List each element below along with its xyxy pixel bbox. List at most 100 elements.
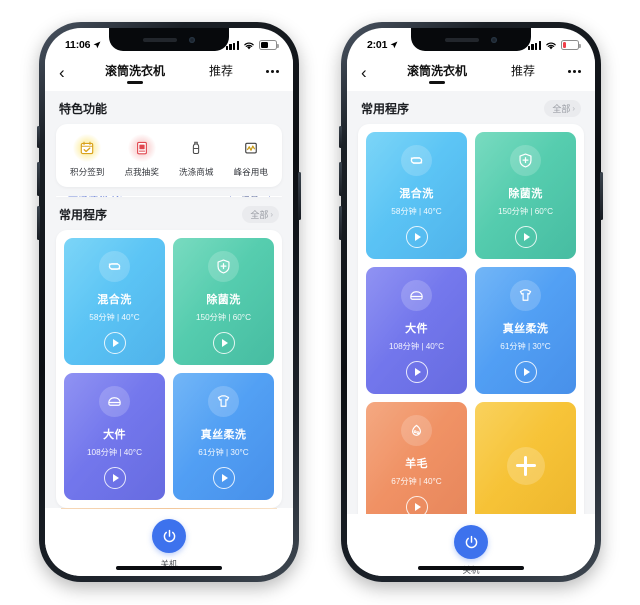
program-start-button[interactable] (103, 467, 126, 489)
program-meta: 67分钟 | 40°C (391, 477, 442, 486)
program-start-button[interactable] (103, 332, 126, 354)
home-indicator[interactable] (418, 566, 524, 570)
location-arrow-icon (93, 41, 101, 49)
program-start-button[interactable] (405, 226, 428, 248)
one-key-wash-left: 一键洗衣 (68, 196, 123, 197)
feature-item-lottery[interactable]: 点我抽奖 (115, 134, 170, 178)
power-icon (163, 529, 175, 542)
side-power-button[interactable] (298, 172, 301, 220)
program-name: 真丝柔洗 (502, 323, 549, 335)
plus-icon (506, 446, 545, 485)
status-right (225, 40, 279, 50)
mute-switch[interactable] (339, 126, 342, 148)
volume-up-button[interactable] (339, 162, 342, 196)
tab-recommend[interactable]: 推荐 (209, 62, 233, 84)
view-all-programs-button[interactable]: 全部 › (544, 100, 581, 117)
status-time: 2:01 (367, 39, 388, 51)
program-card: 混合洗 58分钟 | 40°C 除菌洗 150分钟 | 60°C 大件 108分… (358, 124, 584, 514)
front-camera-icon (491, 36, 497, 43)
feature-item-power-plan[interactable]: 峰谷用电 (224, 135, 279, 178)
feature-item-checkin[interactable]: 积分签到 (60, 134, 115, 178)
left-footer: 关机 (45, 508, 293, 576)
program-meta: 108分钟 | 40°C (86, 448, 142, 457)
nav-tabs: 滚筒洗衣机 推荐 (81, 62, 257, 84)
more-dots-icon[interactable] (257, 70, 279, 76)
program-tile-silk[interactable]: 真丝柔洗 61分钟 | 30°C (173, 373, 274, 500)
feature-item-mall[interactable]: 洗涤商城 (169, 135, 224, 178)
location-arrow-icon (390, 41, 398, 49)
program-grid: 混合洗 58分钟 | 40°C 除菌洗 150分钟 | 60°C 大件 108分… (366, 132, 576, 514)
program-meta: 58分钟 | 40°C (89, 313, 140, 322)
more-dots-icon[interactable] (559, 70, 581, 76)
tab-recommend[interactable]: 推荐 (511, 62, 535, 84)
chevron-left-icon[interactable]: ‹ (59, 64, 81, 83)
tab-device-title[interactable]: 滚筒洗衣机 (105, 62, 165, 84)
one-key-wash-row[interactable]: 一键洗衣 设置 (56, 196, 282, 197)
program-meta: 58分钟 | 40°C (391, 207, 442, 216)
feature-section-header: 特色功能 (45, 91, 293, 124)
program-start-button[interactable] (514, 361, 537, 383)
feature-label: 点我抽奖 (124, 167, 159, 177)
side-power-button[interactable] (600, 172, 603, 220)
program-tile-mixed-wash[interactable]: 混合洗 58分钟 | 40°C (64, 238, 165, 365)
feature-label: 洗涤商城 (179, 167, 214, 177)
program-grid: 混合洗 58分钟 | 40°C 除菌洗 150分钟 | 60°C 大件 108分… (64, 238, 274, 500)
volume-down-button[interactable] (339, 206, 342, 240)
volume-down-button[interactable] (37, 206, 40, 240)
shield-plus-icon (510, 145, 541, 176)
silk-shirt-icon (510, 280, 541, 311)
program-tile-bulky[interactable]: 大件 108分钟 | 40°C (366, 267, 467, 394)
program-name: 大件 (103, 429, 126, 441)
battery-icon (259, 40, 279, 50)
one-key-settings-button[interactable]: 设置 (229, 196, 270, 197)
status-left: 2:01 (367, 39, 398, 51)
program-tile-wool[interactable]: 羊毛 67分钟 | 40°C (366, 402, 467, 514)
right-phone-screen: 2:01 ‹ 滚筒洗衣机 推荐 常用程序 全部 › 混合洗 58分钟 | 40°… (347, 28, 595, 576)
feature-card: 积分签到 点我抽奖 洗涤商城 峰谷用电 (56, 124, 282, 187)
power-off-button[interactable] (454, 525, 488, 559)
program-start-button[interactable] (212, 332, 235, 354)
program-start-button[interactable] (212, 467, 235, 489)
edit-square-icon[interactable] (112, 196, 123, 197)
status-right (527, 40, 581, 50)
program-tile-sterilize-wash[interactable]: 除菌洗 150分钟 | 60°C (475, 132, 576, 259)
program-section-header: 常用程序 全部 › (45, 197, 293, 230)
view-all-label: 全部 (250, 210, 269, 220)
program-name: 除菌洗 (508, 188, 543, 200)
bulky-items-icon (99, 386, 130, 417)
wifi-icon (546, 42, 556, 49)
left-content: 特色功能 积分签到 点我抽奖 洗涤商城 峰谷用电 常用程序 全部 › 混合洗 5… (45, 91, 293, 508)
program-start-button[interactable] (405, 361, 428, 383)
program-tile-mixed-wash[interactable]: 混合洗 58分钟 | 40°C (366, 132, 467, 259)
program-tile-bulky[interactable]: 大件 108分钟 | 40°C (64, 373, 165, 500)
home-indicator[interactable] (116, 566, 222, 570)
power-off-button[interactable] (152, 519, 186, 553)
program-section-title: 常用程序 (361, 102, 410, 116)
chevron-left-icon[interactable]: ‹ (361, 64, 383, 83)
front-camera-icon (189, 36, 195, 43)
view-all-programs-button[interactable]: 全部 › (242, 206, 279, 223)
program-list-wrap: 混合洗 58分钟 | 40°C 除菌洗 150分钟 | 60°C 大件 108分… (347, 124, 595, 514)
program-tile-sterilize-wash[interactable]: 除菌洗 150分钟 | 60°C (173, 238, 274, 365)
program-meta: 61分钟 | 30°C (500, 342, 551, 351)
status-time: 11:06 (65, 39, 91, 51)
program-tile-add-new[interactable] (475, 402, 576, 514)
chevron-right-icon: › (270, 209, 273, 219)
notch (109, 28, 229, 51)
tab-device-title[interactable]: 滚筒洗衣机 (407, 62, 467, 84)
program-start-button[interactable] (514, 226, 537, 248)
program-name: 混合洗 (399, 188, 434, 200)
mixed-wash-icon (99, 251, 130, 282)
program-meta: 108分钟 | 40°C (388, 342, 444, 351)
program-start-button[interactable] (405, 496, 428, 514)
program-tile-silk[interactable]: 真丝柔洗 61分钟 | 30°C (475, 267, 576, 394)
detergent-bottle-icon (183, 135, 209, 161)
silk-shirt-icon (208, 386, 239, 417)
shield-plus-icon (208, 251, 239, 282)
nav-bar: ‹ 滚筒洗衣机 推荐 (347, 58, 595, 91)
volume-up-button[interactable] (37, 162, 40, 196)
mute-switch[interactable] (37, 126, 40, 148)
program-meta: 61分钟 | 30°C (198, 448, 249, 457)
right-content: 常用程序 全部 › 混合洗 58分钟 | 40°C 除菌洗 150分钟 | 60… (347, 91, 595, 514)
footer-divider (61, 508, 277, 509)
